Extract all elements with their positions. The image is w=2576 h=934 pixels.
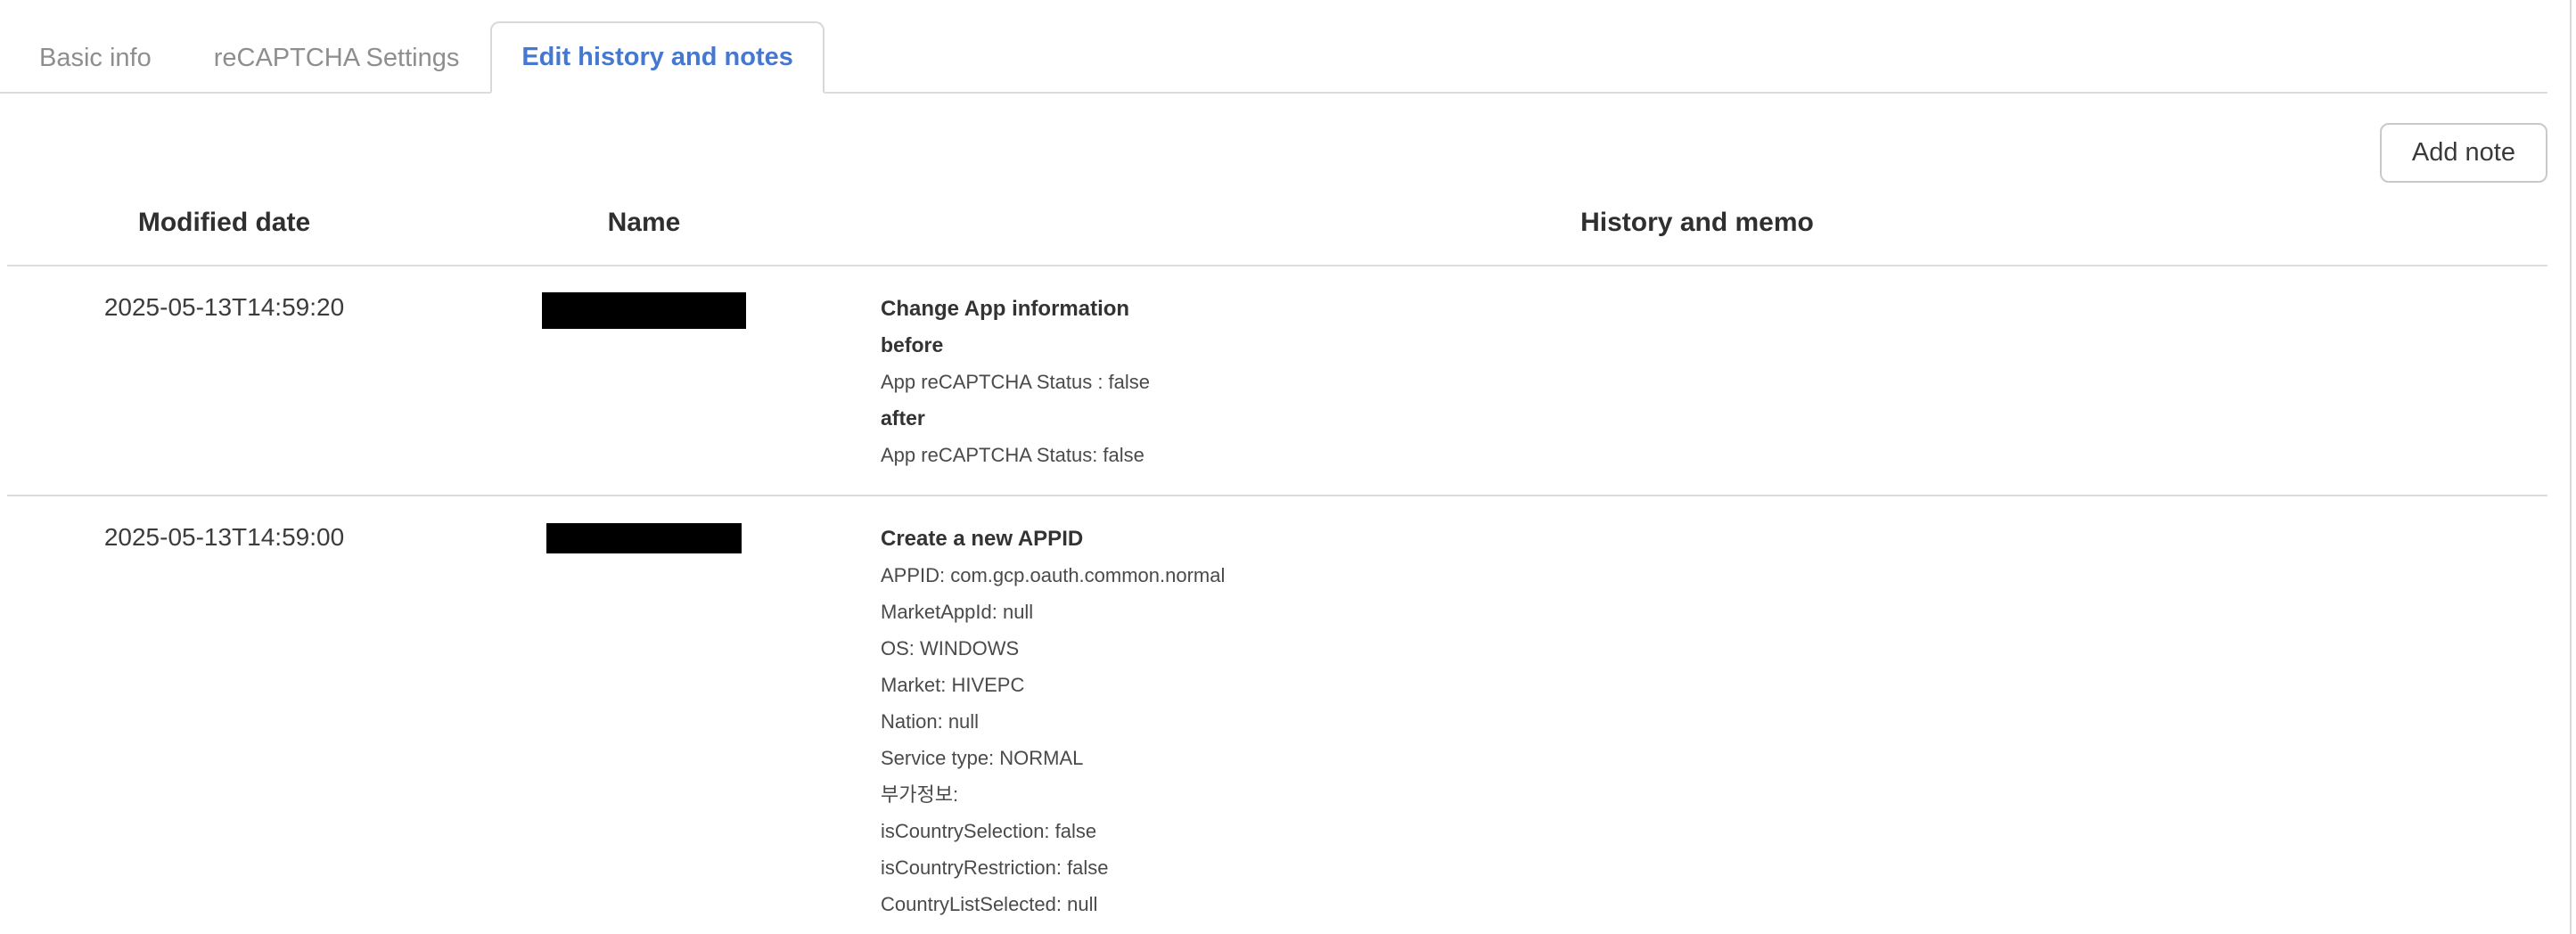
redacted-name-box [546,523,742,553]
history-line: MarketAppId: null [881,594,2547,630]
history-line: App reCAPTCHA Status: false [881,437,2547,473]
history-memo-cell: Change App informationbeforeApp reCAPTCH… [847,290,2547,473]
edit-history-panel: Add note Modified date Name History and … [7,94,2547,934]
history-line: isCountrySelection: false [881,813,2547,849]
table-header-row: Modified date Name History and memo [7,183,2547,266]
history-title: Create a new APPID [881,520,2547,557]
history-line: CountryListSelected: null [881,886,2547,922]
tab-basic-info[interactable]: Basic info [8,21,183,94]
panel-right-edge [2570,0,2572,934]
table-row: 2025-05-13T14:59:00 Create a new APPIDAPP… [7,496,2547,934]
history-line: after [881,400,2547,437]
modified-date-cell: 2025-05-13T14:59:00 [7,520,441,922]
table-body: 2025-05-13T14:59:20 Change App informatio… [7,266,2547,934]
history-line: Service type: NORMAL [881,740,2547,776]
column-header-modified-date: Modified date [7,208,441,238]
name-cell [441,290,847,473]
history-line: OS: WINDOWS [881,630,2547,667]
redacted-name-box [542,292,746,329]
history-line: before [881,327,2547,364]
column-header-history-and-memo: History and memo [847,208,2547,238]
tab-edit-history-and-notes[interactable]: Edit history and notes [490,21,824,94]
history-line: Market: HIVEPC [881,667,2547,703]
modified-date-cell: 2025-05-13T14:59:20 [7,290,441,473]
history-line: 부가정보: [881,776,2547,813]
history-line: Nation: null [881,703,2547,740]
history-line: isCountryRestriction: false [881,849,2547,886]
tab-bar: Basic info reCAPTCHA Settings Edit histo… [0,0,2547,94]
table-row: 2025-05-13T14:59:20 Change App informatio… [7,266,2547,496]
history-title: Change App information [881,291,2547,327]
history-memo-cell: Create a new APPIDAPPID: com.gcp.oauth.c… [847,520,2547,922]
name-cell [441,520,847,922]
toolbar: Add note [7,94,2547,183]
history-line: App reCAPTCHA Status : false [881,364,2547,400]
history-line: APPID: com.gcp.oauth.common.normal [881,557,2547,594]
add-note-button[interactable]: Add note [2380,123,2547,183]
history-table: Modified date Name History and memo 2025… [7,183,2547,934]
tab-recaptcha-settings[interactable]: reCAPTCHA Settings [183,21,491,94]
column-header-name: Name [441,208,847,238]
